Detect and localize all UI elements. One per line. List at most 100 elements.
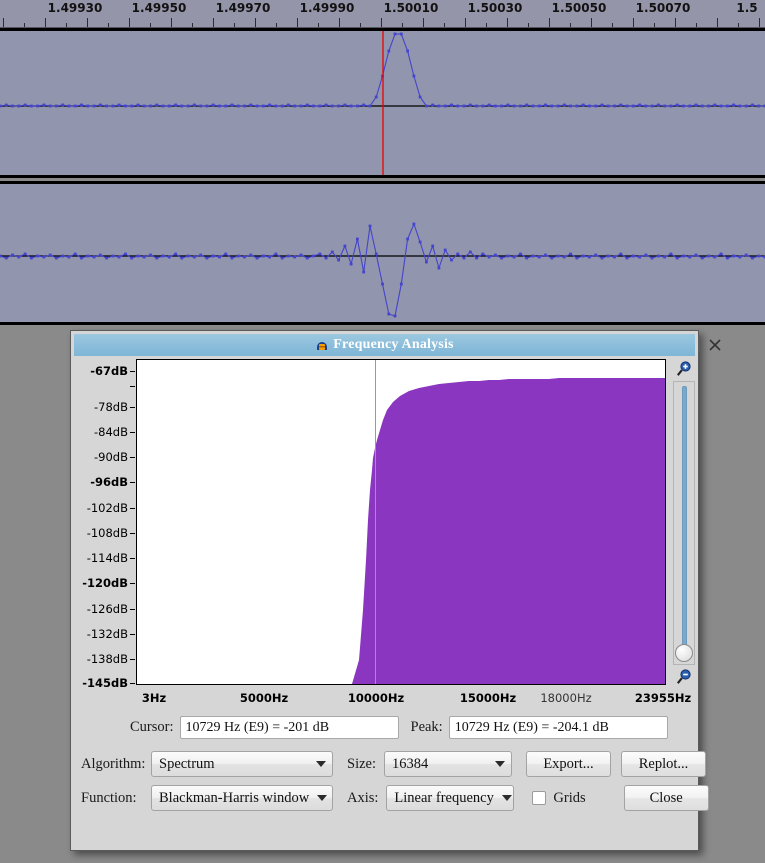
timeline-tick-major — [675, 18, 676, 27]
peak-value-field[interactable]: 10729 Hz (E9) = -204.1 dB — [448, 716, 668, 739]
timeline-tick-minor — [696, 23, 697, 27]
cursor-value-field[interactable]: 10729 Hz (E9) = -201 dB — [179, 716, 399, 739]
timeline-label: 1.49930 — [47, 1, 103, 15]
timeline-tick-major — [45, 18, 46, 27]
function-row: Function: Blackman-Harris window Axis: L… — [81, 785, 709, 811]
frequency-axis-label: 23955Hz — [634, 691, 692, 705]
plot-cursor-line — [375, 360, 376, 684]
chevron-down-icon — [501, 795, 512, 801]
timeline-tick-minor — [486, 23, 487, 27]
timeline-tick-minor — [738, 23, 739, 27]
dialog-titlebar[interactable]: Frequency Analysis — [74, 334, 721, 356]
frequency-axis: 3Hz 5000Hz 10000Hz 15000Hz 18000Hz 23955Hz — [136, 691, 696, 709]
db-axis-label: -84dB — [94, 425, 128, 439]
db-axis-label: -145dB — [82, 676, 128, 690]
timeline-tick-minor — [276, 23, 277, 27]
db-axis-tick — [130, 407, 135, 408]
timeline-label: 1.50050 — [551, 1, 607, 15]
function-value: Blackman-Harris window — [159, 789, 310, 806]
size-select[interactable]: 16384 — [384, 751, 512, 777]
waveform-track-2[interactable] — [0, 181, 765, 325]
timeline-label: 1.5 — [736, 1, 758, 15]
spectrum-graph[interactable]: -67dB -78dB -84dB -90dB -96dB -102dB -108dB -11… — [74, 357, 697, 690]
timeline-tick-major — [759, 18, 760, 27]
function-label: Function: — [81, 789, 137, 806]
algorithm-row: Algorithm: Spectrum Size: 16384 Export..… — [81, 751, 706, 777]
timeline-tick-minor — [318, 23, 319, 27]
db-axis: -67dB -78dB -84dB -90dB -96dB -102dB -108dB -11… — [74, 357, 136, 690]
waveform-track-1[interactable] — [0, 28, 765, 178]
timeline-label: 1.50030 — [467, 1, 523, 15]
close-button[interactable]: Close — [623, 785, 709, 811]
timeline-tick-minor — [654, 23, 655, 27]
zoom-out-icon[interactable] — [674, 667, 694, 687]
db-axis-label: -120dB — [82, 576, 128, 590]
frequency-axis-label: 18000Hz — [540, 691, 592, 705]
spectrum-curve — [137, 378, 665, 684]
timeline-tick-major — [507, 18, 508, 27]
db-axis-label: -108dB — [86, 526, 128, 540]
timeline-tick-major — [171, 18, 172, 27]
db-axis-label: -138dB — [86, 652, 128, 666]
timeline-tick-minor — [192, 23, 193, 27]
timeline-tick-major — [549, 18, 550, 27]
replot-button[interactable]: Replot... — [621, 751, 706, 777]
zoom-controls[interactable] — [671, 357, 697, 689]
db-axis-tick — [130, 432, 135, 433]
algorithm-label: Algorithm: — [81, 755, 146, 772]
db-axis-label: -114dB — [86, 551, 128, 565]
cursor-label: Cursor: — [130, 719, 174, 735]
titlebar-buttons[interactable] — [698, 334, 723, 356]
waveform-track-2-canvas — [0, 222, 765, 318]
frequency-analysis-dialog[interactable]: Frequency Analysis -67dB -78dB -84dB -90dB -… — [70, 330, 721, 851]
db-axis-tick — [130, 508, 135, 509]
zoom-in-icon[interactable] — [674, 359, 694, 379]
slider-rail — [681, 386, 687, 660]
frequency-axis-label: 3Hz — [141, 691, 167, 705]
timeline-tick-minor — [66, 23, 67, 27]
slider-thumb[interactable] — [675, 644, 693, 662]
grids-checkbox[interactable] — [532, 791, 547, 805]
db-axis-tick — [130, 558, 135, 559]
chevron-down-icon — [316, 761, 326, 767]
timeline-tick-minor — [402, 23, 403, 27]
db-axis-label: -132dB — [86, 627, 128, 641]
size-value: 16384 — [392, 755, 429, 772]
frequency-axis-label: 5000Hz — [239, 691, 289, 705]
chevron-down-icon — [495, 761, 505, 767]
spectrum-plot[interactable] — [136, 359, 666, 685]
timeline-tick-major — [591, 18, 592, 27]
axis-label: Axis: — [347, 789, 379, 806]
db-axis-tick — [130, 634, 135, 635]
vertical-zoom-slider[interactable] — [673, 381, 695, 665]
db-axis-tick — [130, 386, 135, 387]
db-axis-tick — [130, 533, 135, 534]
function-select[interactable]: Blackman-Harris window — [151, 785, 333, 811]
close-icon[interactable] — [707, 337, 723, 353]
db-axis-tick — [130, 583, 135, 584]
audacity-logo-icon — [315, 338, 329, 352]
frequency-axis-label: 15000Hz — [459, 691, 517, 705]
db-axis-tick — [130, 457, 135, 458]
peak-label: Peak: — [410, 719, 443, 735]
timeline-tick-major — [633, 18, 634, 27]
algorithm-select[interactable]: Spectrum — [151, 751, 333, 777]
db-axis-tick — [130, 659, 135, 660]
timeline-tick-minor — [234, 23, 235, 27]
timeline-tick-minor — [108, 23, 109, 27]
chevron-down-icon — [317, 795, 328, 801]
axis-select[interactable]: Linear frequency — [386, 785, 515, 811]
timeline-tick-major — [255, 18, 256, 27]
timeline-tick-major — [213, 18, 214, 27]
timeline-label: 1.49970 — [215, 1, 271, 15]
waveform-track-1-canvas — [0, 31, 765, 175]
timeline-tick-minor — [360, 23, 361, 27]
db-axis-tick — [130, 371, 135, 372]
export-button[interactable]: Export... — [526, 751, 611, 777]
timeline-tick-major — [423, 18, 424, 27]
grids-label: Grids — [553, 789, 586, 806]
timeline-tick-minor — [24, 23, 25, 27]
timeline-tick-minor — [528, 23, 529, 27]
db-axis-label: -96dB — [90, 475, 128, 489]
timeline-ruler[interactable]: 1.49930 1.49950 1.49970 1.49990 1.50010 1.500… — [0, 0, 765, 28]
